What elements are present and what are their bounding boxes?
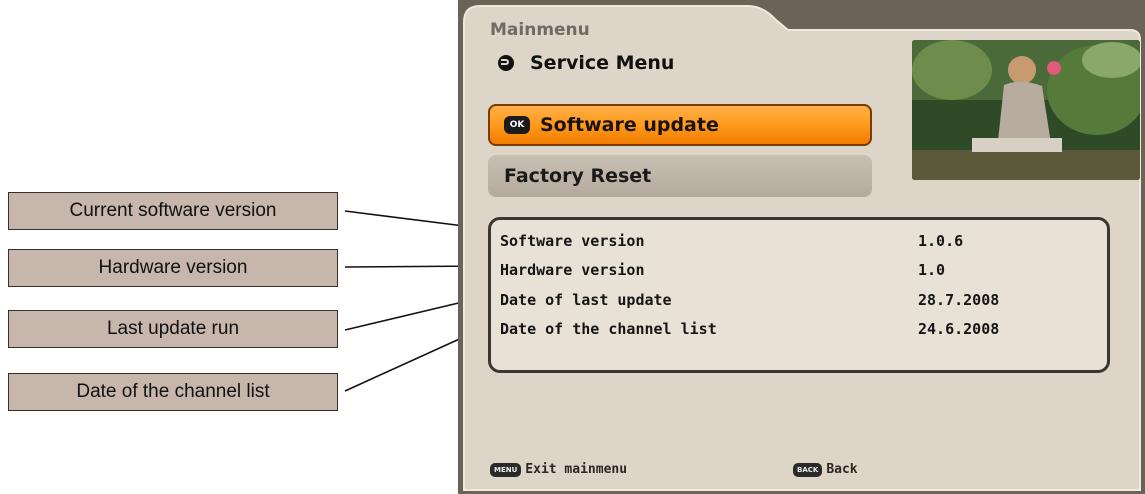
info-key: Date of the channel list bbox=[500, 320, 717, 338]
breadcrumb: Mainmenu bbox=[490, 20, 590, 40]
system-info-panel: Software version 1.0.6 Hardware version … bbox=[488, 217, 1110, 373]
menu-key-icon: MENU bbox=[490, 462, 522, 477]
back-key-icon: BACK bbox=[793, 462, 823, 477]
section-title: Service Menu bbox=[498, 52, 674, 74]
menu-item-factory-reset[interactable]: Factory Reset bbox=[488, 155, 872, 197]
menu-item-label: Factory Reset bbox=[504, 165, 652, 187]
back-hint[interactable]: BACK Back bbox=[793, 462, 858, 477]
info-row-software: Software version 1.0.6 bbox=[500, 232, 1100, 252]
tv-preview-image bbox=[912, 40, 1140, 180]
exit-mainmenu-hint[interactable]: MENU Exit mainmenu bbox=[490, 462, 627, 477]
tv-screen: Mainmenu Service Menu OK Software update… bbox=[458, 0, 1145, 494]
info-row-last-update: Date of last update 28.7.2008 bbox=[500, 291, 1100, 311]
arrow-right-icon bbox=[498, 55, 514, 71]
section-title-label: Service Menu bbox=[530, 52, 675, 74]
preview-scene bbox=[912, 40, 1140, 180]
ok-key-icon: OK bbox=[504, 116, 530, 134]
menu-item-software-update[interactable]: OK Software update bbox=[488, 104, 872, 146]
exit-label: Exit mainmenu bbox=[525, 462, 628, 477]
info-value: 1.0.6 bbox=[918, 232, 964, 250]
menu-item-label: Software update bbox=[540, 114, 719, 136]
info-row-hardware: Hardware version 1.0 bbox=[500, 261, 1100, 281]
info-row-channel-list: Date of the channel list 24.6.2008 bbox=[500, 320, 1100, 340]
back-label: Back bbox=[826, 462, 858, 477]
info-value: 1.0 bbox=[918, 261, 946, 279]
info-key: Software version bbox=[500, 232, 645, 250]
info-key: Date of last update bbox=[500, 291, 672, 309]
info-key: Hardware version bbox=[500, 261, 645, 279]
info-value: 24.6.2008 bbox=[918, 320, 1000, 338]
info-value: 28.7.2008 bbox=[918, 291, 1000, 309]
